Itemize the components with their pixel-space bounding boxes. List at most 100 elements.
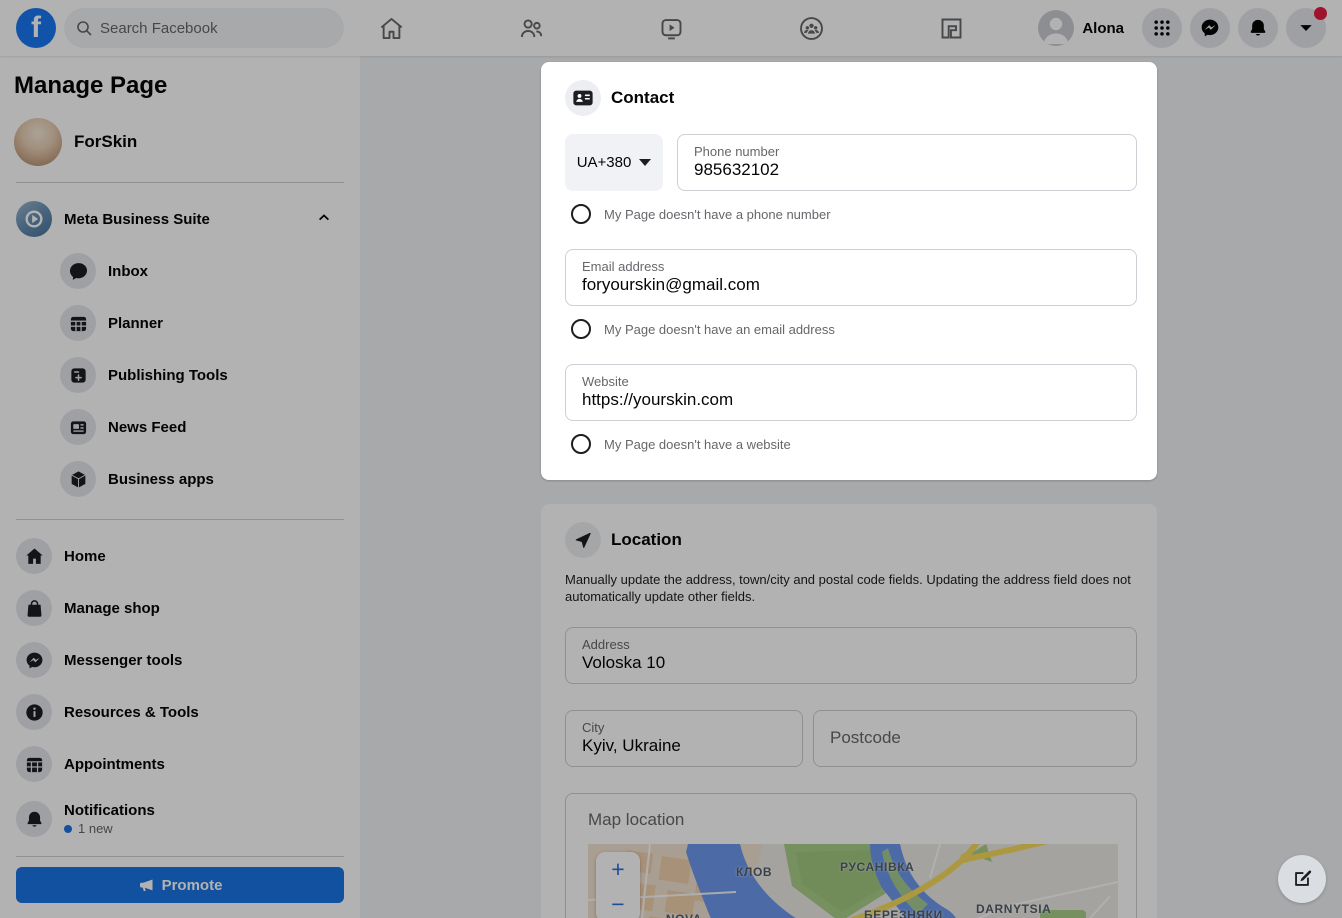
home-tab[interactable]	[367, 4, 415, 52]
sidebar-item-appointments[interactable]: Appointments	[12, 738, 348, 790]
sidebar-item-label: Notifications	[64, 802, 155, 819]
shop-bag-icon	[16, 590, 52, 626]
sidebar-item-news-feed[interactable]: News Feed	[12, 401, 348, 453]
no-email-label: My Page doesn't have an email address	[604, 322, 835, 337]
promote-button[interactable]: Promote	[16, 867, 344, 903]
sidebar-item-label: Manage shop	[64, 600, 160, 617]
sidebar-page-forskin[interactable]: ForSkin	[14, 118, 348, 166]
apps-menu-button[interactable]	[1142, 8, 1182, 48]
megaphone-icon	[138, 877, 154, 893]
no-email-radio-row[interactable]: My Page doesn't have an email address	[571, 319, 1137, 339]
website-field: Website	[565, 364, 1137, 421]
caret-down-icon	[639, 159, 651, 166]
apps-grid-icon	[1152, 18, 1172, 38]
sidebar-item-label: Inbox	[108, 263, 148, 280]
sidebar-item-messenger-tools[interactable]: Messenger tools	[12, 634, 348, 686]
sidebar-item-business-apps[interactable]: Business apps	[12, 453, 348, 505]
location-description: Manually update the address, town/city a…	[565, 572, 1135, 605]
profile-chip[interactable]: Alona	[1034, 6, 1134, 50]
edit-fab-button[interactable]	[1278, 855, 1326, 903]
gaming-icon	[938, 15, 965, 42]
zoom-out-button[interactable]: −	[596, 893, 640, 916]
sidebar-item-label: News Feed	[108, 419, 186, 436]
city-field: City	[565, 710, 803, 767]
notifications-badge: 1 new	[78, 821, 113, 836]
radio-unchecked-icon[interactable]	[571, 204, 591, 224]
top-navigation-bar: f	[0, 0, 1342, 56]
city-label: City	[582, 720, 786, 735]
postcode-input[interactable]	[830, 728, 1120, 748]
radio-unchecked-icon[interactable]	[571, 434, 591, 454]
topbar-actions: Alona	[1034, 6, 1326, 50]
sidebar-item-resources-tools[interactable]: Resources & Tools	[12, 686, 348, 738]
country-code-select[interactable]: UA+380	[565, 134, 663, 191]
messenger-button[interactable]	[1190, 8, 1230, 48]
sidebar-item-planner[interactable]: Planner	[12, 297, 348, 349]
radio-unchecked-icon[interactable]	[571, 319, 591, 339]
promote-label: Promote	[162, 877, 223, 894]
friends-tab[interactable]	[507, 4, 555, 52]
sidebar-item-label: Resources & Tools	[64, 704, 199, 721]
email-input[interactable]	[582, 275, 1120, 295]
location-arrow-icon	[565, 522, 601, 558]
info-icon	[16, 694, 52, 730]
website-input[interactable]	[582, 390, 1120, 410]
map[interactable]: КЛОВ РУСАНІВКА БЕРЕЗНЯКИ DARNYTSIA NOVA …	[588, 844, 1118, 918]
home-icon	[16, 538, 52, 574]
bell-icon	[16, 801, 52, 837]
messenger-icon	[16, 642, 52, 678]
no-website-radio-row[interactable]: My Page doesn't have a website	[571, 434, 1137, 454]
contact-card-icon	[565, 80, 601, 116]
map-label-rusanivka: РУСАНІВКА	[840, 860, 914, 874]
inbox-icon	[60, 253, 96, 289]
groups-tab[interactable]	[787, 4, 835, 52]
address-label: Address	[582, 637, 1120, 652]
messenger-icon	[1200, 18, 1220, 38]
planner-icon	[60, 305, 96, 341]
sidebar-item-label: Meta Business Suite	[64, 211, 210, 228]
email-label: Email address	[582, 259, 1120, 274]
address-field: Address	[565, 627, 1137, 684]
chevron-up-icon	[316, 209, 332, 230]
notifications-button[interactable]	[1238, 8, 1278, 48]
map-zoom-control: + −	[596, 852, 640, 918]
watch-tab[interactable]	[647, 4, 695, 52]
chevron-down-icon	[1296, 18, 1316, 38]
sidebar-item-home[interactable]: Home	[12, 530, 348, 582]
country-code-value: UA+380	[577, 154, 632, 171]
facebook-logo[interactable]: f	[16, 8, 56, 48]
profile-name: Alona	[1082, 20, 1124, 37]
meta-business-suite-icon	[16, 201, 52, 237]
map-label-nova-zabudova: NOVA ZABUDOVA	[648, 912, 720, 918]
sidebar: Manage Page ForSkin Meta Business Suite …	[0, 56, 360, 918]
gaming-tab[interactable]	[927, 4, 975, 52]
account-menu-button[interactable]	[1286, 8, 1326, 48]
phone-input[interactable]	[694, 160, 1120, 180]
friends-icon	[518, 15, 545, 42]
divider	[16, 182, 344, 183]
zoom-in-button[interactable]: +	[596, 858, 640, 881]
sidebar-item-label: Appointments	[64, 756, 165, 773]
sidebar-item-label: Home	[64, 548, 106, 565]
sidebar-item-publishing-tools[interactable]: Publishing Tools	[12, 349, 348, 401]
address-input[interactable]	[582, 653, 1120, 673]
sidebar-item-label: Planner	[108, 315, 163, 332]
news-feed-icon	[60, 409, 96, 445]
sidebar-item-label: Business apps	[108, 471, 214, 488]
map-label-berezniaky: БЕРЕЗНЯКИ	[864, 908, 943, 918]
page-name: ForSkin	[74, 132, 137, 152]
search-bar[interactable]	[64, 8, 344, 48]
sidebar-item-meta-business-suite[interactable]: Meta Business Suite	[12, 193, 348, 245]
groups-icon	[798, 15, 825, 42]
sidebar-item-label: Messenger tools	[64, 652, 182, 669]
city-input[interactable]	[582, 736, 786, 756]
no-phone-radio-row[interactable]: My Page doesn't have a phone number	[571, 204, 1137, 224]
edit-icon	[1291, 868, 1313, 890]
page-avatar	[14, 118, 62, 166]
phone-label: Phone number	[694, 144, 1120, 159]
sidebar-item-inbox[interactable]: Inbox	[12, 245, 348, 297]
calendar-icon	[16, 746, 52, 782]
sidebar-item-manage-shop[interactable]: Manage shop	[12, 582, 348, 634]
sidebar-item-notifications[interactable]: Notifications 1 new	[12, 790, 348, 848]
search-input[interactable]	[100, 20, 332, 37]
